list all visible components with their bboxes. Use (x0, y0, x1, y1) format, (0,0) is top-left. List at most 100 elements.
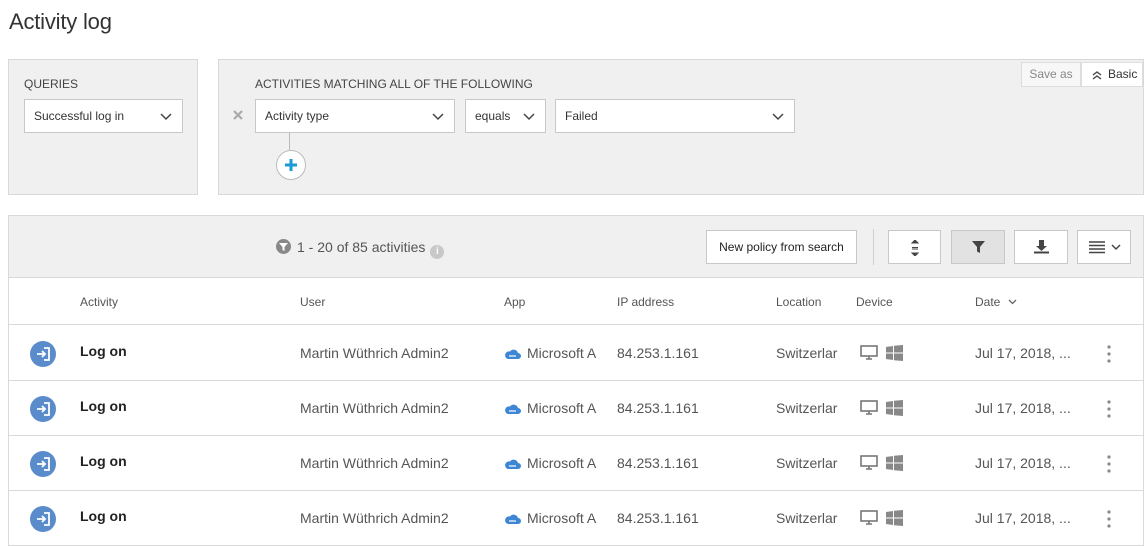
result-count-text: 1 - 20 of 85 activities (297, 239, 426, 255)
chevron-down-icon (523, 113, 535, 121)
cloud-icon (505, 404, 521, 414)
log-on-icon (30, 451, 56, 477)
monitor-icon (860, 455, 878, 470)
filter-toggle-button[interactable] (951, 230, 1005, 264)
filter-field-select[interactable]: Activity type (255, 99, 455, 133)
app-name: Microsoft A (527, 400, 597, 416)
more-vertical-icon[interactable] (1105, 509, 1113, 529)
page-title: Activity log (9, 9, 112, 34)
table-row[interactable]: Log on Martin Wüthrich Admin2 Microsoft … (9, 491, 1143, 546)
filter-value-select[interactable]: Failed (555, 99, 795, 133)
app-name: Microsoft A (527, 510, 597, 526)
app-cell[interactable]: Microsoft A (504, 455, 598, 471)
ip-cell[interactable]: 84.253.1.161 (617, 455, 699, 471)
column-header-date[interactable]: Date (975, 295, 1017, 309)
chevron-down-icon (1111, 244, 1121, 251)
list-view-icon (1089, 241, 1105, 254)
location-cell: Switzerlar (776, 400, 838, 416)
windows-icon (885, 455, 903, 471)
download-icon (1034, 240, 1049, 254)
user-cell[interactable]: Martin Wüthrich Admin2 (300, 345, 449, 361)
expand-collapse-icon (911, 240, 919, 256)
table-row[interactable]: Log on Martin Wüthrich Admin2 Microsoft … (9, 381, 1143, 436)
table-row[interactable]: Log on Martin Wüthrich Admin2 Microsoft … (9, 326, 1143, 381)
queries-select-value: Successful log in (34, 109, 125, 123)
user-cell[interactable]: Martin Wüthrich Admin2 (300, 455, 449, 471)
save-as-button[interactable]: Save as (1021, 62, 1081, 87)
user-cell[interactable]: Martin Wüthrich Admin2 (300, 510, 449, 526)
app-name: Microsoft A (527, 455, 597, 471)
queries-panel: QUERIES Successful log in (8, 59, 198, 195)
monitor-icon (860, 345, 878, 360)
info-icon[interactable]: i (430, 245, 445, 259)
result-count: 1 - 20 of 85 activities i (276, 239, 445, 259)
column-header-location[interactable]: Location (776, 295, 821, 309)
ip-cell[interactable]: 84.253.1.161 (617, 510, 699, 526)
queries-select[interactable]: Successful log in (24, 99, 183, 133)
chevron-down-icon (432, 113, 444, 121)
log-on-icon (30, 506, 56, 532)
location-cell: Switzerlar (776, 345, 838, 361)
location-cell: Switzerlar (776, 455, 838, 471)
filter-operator-value: equals (475, 109, 511, 123)
results-toolbar: 1 - 20 of 85 activities i New policy from… (9, 216, 1143, 278)
app-cell[interactable]: Microsoft A (504, 400, 598, 416)
column-header-activity[interactable]: Activity (80, 295, 118, 309)
download-button[interactable] (1014, 230, 1068, 264)
date-cell: Jul 17, 2018, ... (975, 510, 1071, 526)
app-cell[interactable]: Microsoft A (504, 345, 598, 361)
table-header: Activity User App IP address Location De… (9, 278, 1143, 325)
cloud-icon (505, 459, 521, 469)
plus-icon (285, 159, 297, 171)
cloud-icon (505, 514, 521, 524)
column-header-user[interactable]: User (300, 295, 325, 309)
filter-icon (276, 239, 291, 254)
user-cell[interactable]: Martin Wüthrich Admin2 (300, 400, 449, 416)
app-name: Microsoft A (527, 345, 597, 361)
basic-button[interactable]: Basic (1081, 62, 1143, 87)
toolbar-divider (873, 229, 874, 265)
more-vertical-icon[interactable] (1105, 454, 1113, 474)
device-cell (860, 510, 903, 529)
expand-button[interactable] (888, 230, 941, 264)
basic-label: Basic (1108, 67, 1138, 81)
location-cell: Switzerlar (776, 510, 838, 526)
windows-icon (885, 510, 903, 526)
chevron-down-icon (772, 113, 784, 121)
log-on-icon (30, 341, 56, 367)
date-cell: Jul 17, 2018, ... (975, 400, 1071, 416)
new-policy-button[interactable]: New policy from search (706, 230, 857, 264)
more-vertical-icon[interactable] (1105, 399, 1113, 419)
device-cell (860, 345, 903, 364)
app-cell[interactable]: Microsoft A (504, 510, 598, 526)
log-on-icon (30, 396, 56, 422)
filter-label: ACTIVITIES MATCHING ALL OF THE FOLLOWING (255, 77, 533, 91)
date-cell: Jul 17, 2018, ... (975, 345, 1071, 361)
column-header-app[interactable]: App (504, 295, 525, 309)
activity-cell[interactable]: Log on (80, 508, 127, 524)
activity-cell[interactable]: Log on (80, 453, 127, 469)
date-cell: Jul 17, 2018, ... (975, 455, 1071, 471)
activity-cell[interactable]: Log on (80, 343, 127, 359)
ip-cell[interactable]: 84.253.1.161 (617, 400, 699, 416)
column-header-ip[interactable]: IP address (617, 295, 674, 309)
chevron-up-double-icon (1092, 71, 1102, 80)
filter-icon (972, 241, 985, 253)
filter-field-value: Activity type (265, 109, 330, 123)
activity-cell[interactable]: Log on (80, 398, 127, 414)
column-header-device[interactable]: Device (856, 295, 893, 309)
table-row[interactable]: Log on Martin Wüthrich Admin2 Microsoft … (9, 436, 1143, 491)
monitor-icon (860, 400, 878, 415)
close-icon[interactable] (231, 108, 245, 122)
add-filter-button[interactable] (276, 150, 306, 180)
columns-button[interactable] (1077, 230, 1131, 264)
filter-panel: ACTIVITIES MATCHING ALL OF THE FOLLOWING… (218, 59, 1144, 195)
ip-cell[interactable]: 84.253.1.161 (617, 345, 699, 361)
filter-operator-select[interactable]: equals (465, 99, 546, 133)
chevron-down-icon (160, 113, 172, 121)
windows-icon (885, 345, 903, 361)
sort-descending-icon (1008, 299, 1017, 305)
more-vertical-icon[interactable] (1105, 344, 1113, 364)
filter-value-value: Failed (565, 109, 598, 123)
monitor-icon (860, 510, 878, 525)
